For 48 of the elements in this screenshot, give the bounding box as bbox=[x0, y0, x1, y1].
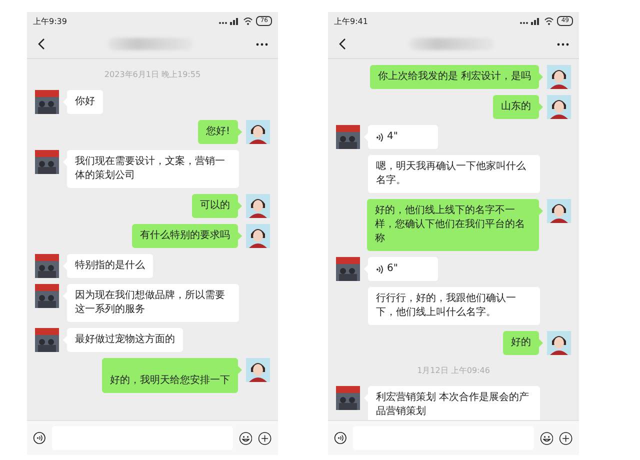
timestamp: 1月12日 上午09:46 bbox=[417, 365, 490, 377]
chat-bubble: 有什么特别的要求吗 bbox=[132, 224, 238, 248]
wifi-icon bbox=[544, 17, 554, 25]
emoji-icon[interactable] bbox=[238, 430, 252, 446]
voice-message[interactable]: 4" bbox=[368, 125, 438, 149]
chat-bubble: 好的 bbox=[503, 331, 539, 355]
more-icon[interactable] bbox=[256, 42, 268, 46]
chat-bubble: 可以的 bbox=[192, 194, 238, 218]
avatar[interactable] bbox=[547, 331, 571, 355]
avatar[interactable] bbox=[547, 95, 571, 119]
voice-duration: 4" bbox=[387, 130, 398, 144]
avatar[interactable] bbox=[246, 120, 270, 144]
plus-icon[interactable] bbox=[559, 430, 573, 446]
status-time: 上午9:41 bbox=[334, 16, 368, 26]
timestamp: 2023年6月1日 晚上19:55 bbox=[104, 69, 201, 81]
chat-bubble: 山东的 bbox=[493, 95, 539, 119]
chat-bubble: 因为现在我们想做品牌，所以需要这一系列的服务 bbox=[67, 284, 239, 322]
voice-input-icon[interactable] bbox=[334, 430, 347, 446]
wifi-icon bbox=[243, 17, 254, 25]
avatar[interactable] bbox=[246, 358, 270, 382]
avatar[interactable] bbox=[547, 199, 571, 223]
avatar[interactable] bbox=[246, 224, 270, 248]
emoji-icon[interactable] bbox=[540, 430, 554, 446]
chat-bubble: 你好 bbox=[67, 90, 103, 114]
chat-bubble: 我们现在需要设计，文案，营销一体的策划公司 bbox=[67, 150, 239, 188]
signal-icon bbox=[218, 17, 240, 25]
chat-bubble: 利宏营销策划 本次合作是展会的产品营销策划 bbox=[368, 386, 540, 420]
voice-icon bbox=[376, 264, 383, 274]
signal-icon bbox=[519, 17, 542, 25]
chat-bubble: 你上次给我发的是 利宏设计，是吗 bbox=[370, 65, 539, 89]
voice-icon bbox=[376, 132, 383, 142]
more-icon[interactable] bbox=[557, 42, 569, 46]
avatar[interactable] bbox=[246, 194, 270, 218]
avatar[interactable] bbox=[547, 65, 571, 89]
voice-input-icon[interactable] bbox=[33, 430, 46, 446]
chat-bubble: 特别指的是什么 bbox=[67, 254, 153, 278]
chat-bubble: 最好做过宠物这方面的 bbox=[67, 328, 183, 352]
back-icon[interactable] bbox=[37, 38, 45, 50]
chat-bubble: 行行行，好的，我跟他们确认一下，他们线上叫什么名字。 bbox=[368, 287, 540, 325]
voice-duration: 6" bbox=[387, 262, 398, 276]
voice-message[interactable]: 6" bbox=[368, 257, 438, 281]
chat-bubble: 好的，他们线上线下的名字不一样，您确认下他们在我们平台的名称 bbox=[367, 199, 539, 251]
chat-bubble: 您好! bbox=[198, 120, 238, 144]
back-icon[interactable] bbox=[338, 38, 346, 50]
plus-icon[interactable] bbox=[258, 430, 272, 446]
chat-bubble: 好的，我明天给您安排一下 bbox=[102, 358, 238, 393]
chat-bubble: 嗯，明天我再确认一下他家叫什么名字。 bbox=[368, 155, 540, 193]
status-time: 上午9:39 bbox=[33, 16, 67, 26]
